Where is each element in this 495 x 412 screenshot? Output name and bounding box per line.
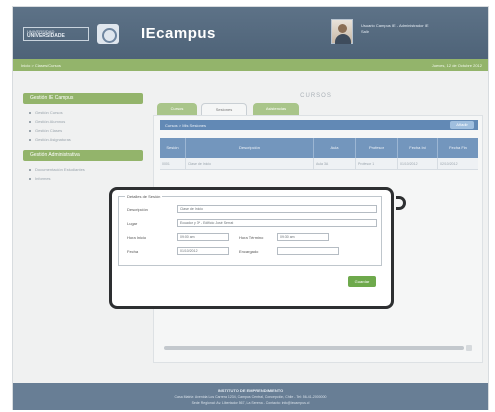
session-details-fieldset: Detalles de Sesión Descripción Clase de … (118, 194, 382, 266)
sidebar-section-admin[interactable]: Gestión Administrativa (23, 150, 143, 161)
descripcion-field[interactable]: Clase de Inicio (177, 205, 377, 213)
toolbar-label: Cursos > Mis Sesiones (165, 123, 207, 128)
sessions-table: Sesión Descripción Aula Profesor Fecha I… (160, 138, 478, 170)
session-details-modal: Detalles de Sesión Descripción Clase de … (109, 187, 394, 309)
lugar-label: Lugar (127, 221, 138, 226)
app-title: IEcampus (141, 25, 216, 42)
column-header[interactable]: Aula (314, 138, 356, 158)
sidebar: Gestión IE Campus Gestión Cursos Gestión… (23, 93, 143, 183)
scroll-arrow-icon[interactable] (466, 345, 472, 351)
breadcrumb[interactable]: Inicio > Clases/Cursos (21, 63, 61, 68)
descripcion-label: Descripción (127, 207, 148, 212)
hora-inicio-label: Hora Inicio (127, 235, 147, 240)
footer: INSTITUTO DE EMPRENDIMIENTO Casa Matriz:… (13, 383, 488, 410)
hora-inicio-field[interactable]: 09:00 am (177, 233, 229, 241)
table-cell: Clase de Inicio (186, 158, 314, 169)
fieldset-legend: Detalles de Sesión (125, 194, 163, 199)
encargado-field[interactable] (277, 247, 339, 255)
footer-contact: Sede Regional: Av. Libertador 567, La Se… (191, 401, 310, 405)
column-header[interactable]: Fecha Ini (398, 138, 438, 158)
table-cell: 02/10/2012 (440, 162, 458, 166)
table-toolbar: Cursos > Mis Sesiones Añadir (160, 120, 478, 130)
hora-termino-label: Hora Término (239, 235, 264, 240)
hora-termino-field[interactable]: 09:30 am (277, 233, 329, 241)
sidebar-item-clases[interactable]: Gestión Clases (23, 126, 143, 135)
sidebar-item-alumnos[interactable]: Gestión Alumnos (23, 117, 143, 126)
table-row[interactable]: 0001 Clase de Inicio Aula 3A Profesor 1 … (160, 158, 478, 170)
lugar-field[interactable]: Ecuador y 3ª - Edificio José Serrat (177, 219, 377, 227)
header: UNIVERSIDAD UNIVERSIDADE IEcampus Usuari… (13, 7, 488, 59)
horizontal-scrollbar[interactable] (164, 346, 464, 350)
footer-address: Casa Matriz: Avenida Los Carrera 1234, C… (174, 395, 327, 399)
table-cell: Profesor 1 (356, 158, 398, 169)
sub-bar: Inicio > Clases/Cursos Jueves, 12 de Oct… (13, 59, 488, 71)
column-header[interactable]: Profesor (356, 138, 398, 158)
logo-line2: UNIVERSIDADE (27, 33, 65, 39)
page-title: CURSOS (300, 93, 332, 99)
footer-title: INSTITUTO DE EMPRENDIMIENTO (217, 388, 284, 393)
current-date: Jueves, 12 de Octubre 2012 (431, 63, 482, 68)
tab-asistencias[interactable]: Asistencias (253, 103, 299, 115)
fecha-field[interactable]: 01/10/2012 (177, 247, 229, 255)
save-button[interactable]: Guardar (348, 276, 376, 287)
emblem-icon (97, 24, 119, 44)
tab-cursos[interactable]: Cursos (157, 103, 197, 115)
user-avatar[interactable] (331, 19, 353, 44)
university-logo[interactable]: UNIVERSIDAD UNIVERSIDADE (23, 27, 89, 41)
table-cell: Aula 3A (314, 158, 356, 169)
column-header[interactable]: Sesión (160, 138, 186, 158)
sidebar-item-informes[interactable]: Informes (23, 174, 143, 183)
encargado-label: Encargado (239, 249, 259, 254)
sidebar-item-documentacion[interactable]: Documentación Estudiantes (23, 165, 143, 174)
sidebar-section-campus[interactable]: Gestión IE Campus (23, 93, 143, 104)
column-header[interactable]: Descripción (186, 138, 314, 158)
add-button[interactable]: Añadir (450, 121, 474, 129)
table-cell: 0001 (160, 158, 186, 169)
sidebar-item-cursos[interactable]: Gestión Cursos (23, 108, 143, 117)
column-header[interactable]: Fecha Fin (438, 138, 478, 158)
table-cell: 01/10/2012 (398, 158, 438, 169)
sidebar-item-asignaturas[interactable]: Gestión Asignaturas (23, 135, 143, 144)
logout-link[interactable]: Salir (361, 29, 483, 35)
tab-sesiones[interactable]: Sesiones (201, 103, 247, 115)
table-header: Sesión Descripción Aula Profesor Fecha I… (160, 138, 478, 158)
user-info: Usuario Campus IE - Administrador IE Sal… (361, 23, 483, 35)
fecha-label: Fecha (127, 249, 139, 254)
